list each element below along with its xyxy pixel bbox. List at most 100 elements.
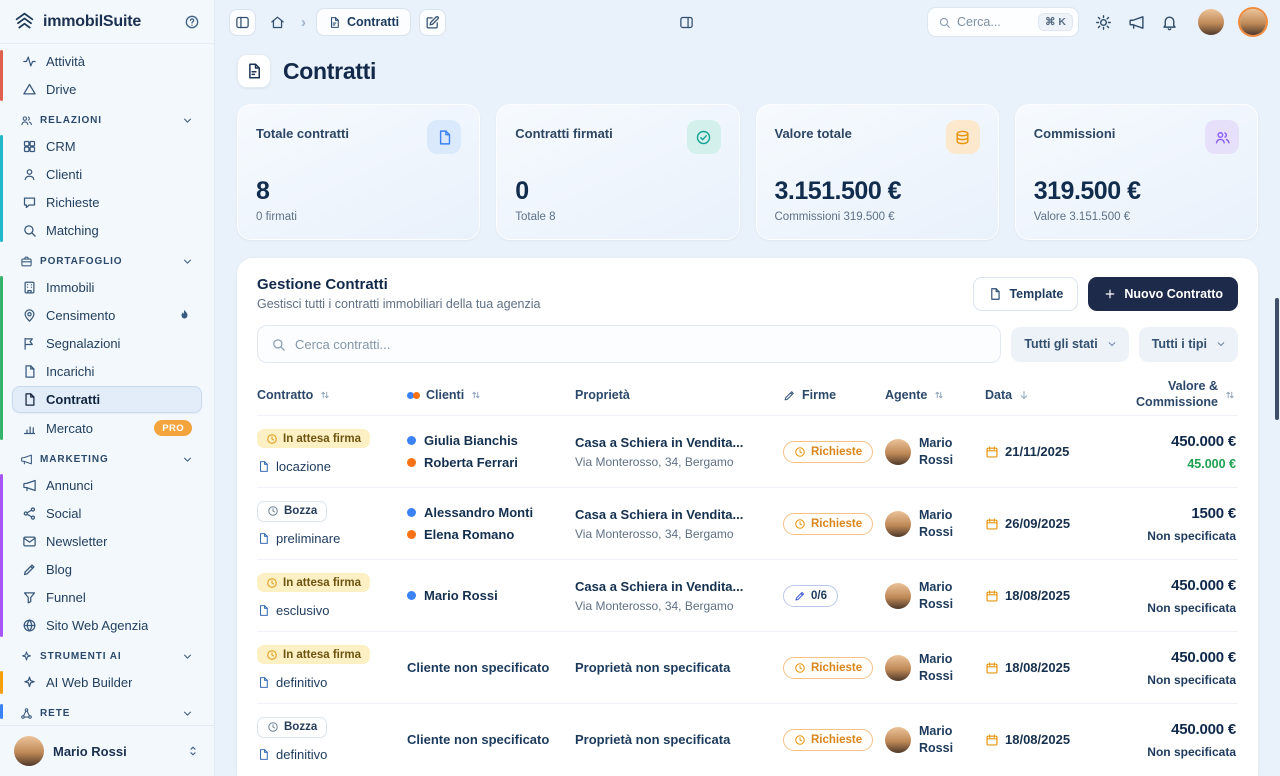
sidebar-item-blog[interactable]: Blog xyxy=(12,556,202,583)
building-icon xyxy=(22,280,37,295)
sidebar-item-social[interactable]: Social xyxy=(12,500,202,527)
notifications-bell-icon[interactable] xyxy=(1161,14,1178,31)
flag-icon xyxy=(22,336,37,351)
home-button[interactable] xyxy=(264,9,291,36)
chevrons-updown-icon[interactable] xyxy=(186,744,200,758)
help-icon[interactable] xyxy=(184,14,200,30)
sidebar-item-attivit[interactable]: Attività xyxy=(12,48,202,75)
sidebar-item-crm[interactable]: CRM xyxy=(12,133,202,160)
clock-icon xyxy=(267,505,279,517)
table-row[interactable]: In attesa firmalocazioneGiulia BianchisR… xyxy=(257,415,1238,487)
sidebar-toggle-button[interactable] xyxy=(229,9,256,36)
table-row[interactable]: In attesa firmadefinitivoCliente non spe… xyxy=(257,631,1238,703)
sidebar-item-clienti[interactable]: Clienti xyxy=(12,161,202,188)
firme-pill[interactable]: 0/6 xyxy=(783,585,838,607)
scrollbar-thumb[interactable] xyxy=(1275,298,1279,420)
cell-value: 450.000 €45.000 € xyxy=(1097,433,1238,471)
status-filter-select[interactable]: Tutti gli stati xyxy=(1011,327,1128,362)
section-header-rete[interactable]: RETE xyxy=(12,698,202,725)
column-header-data[interactable]: Data xyxy=(985,388,1097,402)
table-row[interactable]: BozzapreliminareAlessandro MontiElena Ro… xyxy=(257,487,1238,559)
table-row[interactable]: In attesa firmaesclusivo Mario Rossi Casa … xyxy=(257,559,1238,631)
sidebar-item-drive[interactable]: Drive xyxy=(12,76,202,103)
contracts-search[interactable] xyxy=(257,325,1001,363)
user-avatar xyxy=(14,736,44,766)
topbar-avatar-2[interactable] xyxy=(1240,9,1266,35)
date-value: 26/09/2025 xyxy=(1005,516,1070,531)
sidebar-item-label: Funnel xyxy=(46,590,86,605)
sidebar-item-funnel[interactable]: Funnel xyxy=(12,584,202,611)
sidebar-item-segnalazioni[interactable]: Segnalazioni xyxy=(12,330,202,357)
column-header-firme[interactable]: Firme xyxy=(783,388,885,402)
contracts-panel: Gestione Contratti Gestisci tutti i cont… xyxy=(237,258,1258,776)
section-header-relazioni[interactable]: RELAZIONI xyxy=(12,105,202,132)
column-header-clienti[interactable]: Clienti xyxy=(407,388,575,402)
cell-agent: Mario Rossi xyxy=(885,435,985,468)
template-button[interactable]: Template xyxy=(973,277,1078,311)
contracts-search-input[interactable] xyxy=(295,337,987,352)
stat-subtext: Commissioni 319.500 € xyxy=(775,211,980,223)
cell-agent: Mario Rossi xyxy=(885,579,985,612)
new-entry-button[interactable] xyxy=(419,9,446,36)
firme-label: Richieste xyxy=(811,446,862,458)
announcements-icon[interactable] xyxy=(1128,14,1145,31)
stat-card-commissioni: Commissioni319.500 €Valore 3.151.500 € xyxy=(1015,104,1258,240)
user-name: Mario Rossi xyxy=(53,744,127,759)
sidebar-item-contratti[interactable]: Contratti xyxy=(12,386,202,413)
column-header-valore-commissione[interactable]: Valore & Commissione xyxy=(1097,379,1238,410)
column-header-contratto[interactable]: Contratto xyxy=(257,388,407,402)
firme-pill[interactable]: Richieste xyxy=(783,657,873,679)
cell-clients: Cliente non specificato xyxy=(407,660,575,675)
sidebar-item-immobili[interactable]: Immobili xyxy=(12,274,202,301)
property-title: Casa a Schiera in Vendita... xyxy=(575,579,771,594)
cell-contract: In attesa firmaesclusivo xyxy=(257,573,407,618)
section-header-portafoglio[interactable]: PORTAFOGLIO xyxy=(12,246,202,273)
property-address: Via Monterosso, 34, Bergamo xyxy=(575,527,783,541)
table-row[interactable]: BozzadefinitivoCliente non specificatoPr… xyxy=(257,703,1238,775)
sidebar: immobilSuite AttivitàDriveRELAZIONICRMCl… xyxy=(0,0,215,776)
firme-pill[interactable]: Richieste xyxy=(783,513,873,535)
column-header-agente[interactable]: Agente xyxy=(885,388,985,402)
new-contract-button-label: Nuovo Contratto xyxy=(1124,287,1223,301)
cell-contract: In attesa firmalocazione xyxy=(257,429,407,474)
firme-label: Richieste xyxy=(811,734,862,746)
new-contract-button[interactable]: Nuovo Contratto xyxy=(1088,277,1238,311)
breadcrumb-label: Contratti xyxy=(347,15,399,29)
cell-firme: Richieste xyxy=(783,513,885,535)
status-badge: Bozza xyxy=(257,717,327,738)
section-header-strumenti-ai[interactable]: STRUMENTI AI xyxy=(12,641,202,668)
user-icon xyxy=(22,167,37,182)
section-header-marketing[interactable]: MARKETING xyxy=(12,444,202,471)
stat-card-valore-totale: Valore totale3.151.500 €Commissioni 319.… xyxy=(756,104,999,240)
stat-icon-badge xyxy=(687,120,721,154)
sidebar-item-matching[interactable]: Matching xyxy=(12,217,202,244)
sidebar-item-ai-web-builder[interactable]: AI Web Builder xyxy=(12,669,202,696)
sidebar-item-incarichi[interactable]: Incarichi xyxy=(12,358,202,385)
status-filter-value: Tutti gli stati xyxy=(1024,337,1097,351)
sidebar-item-censimento[interactable]: Censimento xyxy=(12,302,202,329)
sidebar-item-annunci[interactable]: Annunci xyxy=(12,472,202,499)
column-header-propriet[interactable]: Proprietà xyxy=(575,388,783,402)
type-filter-select[interactable]: Tutti i tipi xyxy=(1139,327,1238,362)
cell-value: 450.000 €Non specificata xyxy=(1097,649,1238,687)
sidebar-item-sito-web-agenzia[interactable]: Sito Web Agenzia xyxy=(12,612,202,639)
chevron-down-icon xyxy=(1215,338,1227,350)
breadcrumb-current[interactable]: Contratti xyxy=(316,8,411,36)
sidebar-item-newsletter[interactable]: Newsletter xyxy=(12,528,202,555)
sidebar-item-label: Sito Web Agenzia xyxy=(46,618,148,633)
sidebar-item-richieste[interactable]: Richieste xyxy=(12,189,202,216)
home-icon xyxy=(270,15,285,30)
section-items: ImmobiliCensimentoSegnalazioniIncarichiC… xyxy=(12,274,202,442)
topbar-avatar-1[interactable] xyxy=(1198,9,1224,35)
global-search[interactable]: ⌘ K xyxy=(927,7,1079,37)
stat-label: Contratti firmati xyxy=(515,120,613,141)
sidebar-user-menu[interactable]: Mario Rossi xyxy=(0,725,214,776)
theme-toggle-icon[interactable] xyxy=(1095,14,1112,31)
chevron-down-icon xyxy=(181,707,194,720)
firme-pill[interactable]: Richieste xyxy=(783,441,873,463)
firme-pill[interactable]: Richieste xyxy=(783,729,873,751)
clock-icon xyxy=(266,577,278,589)
panel-layout-button[interactable] xyxy=(673,9,700,36)
sidebar-item-mercato[interactable]: MercatoPRO xyxy=(12,414,202,442)
global-search-input[interactable] xyxy=(957,15,1027,29)
